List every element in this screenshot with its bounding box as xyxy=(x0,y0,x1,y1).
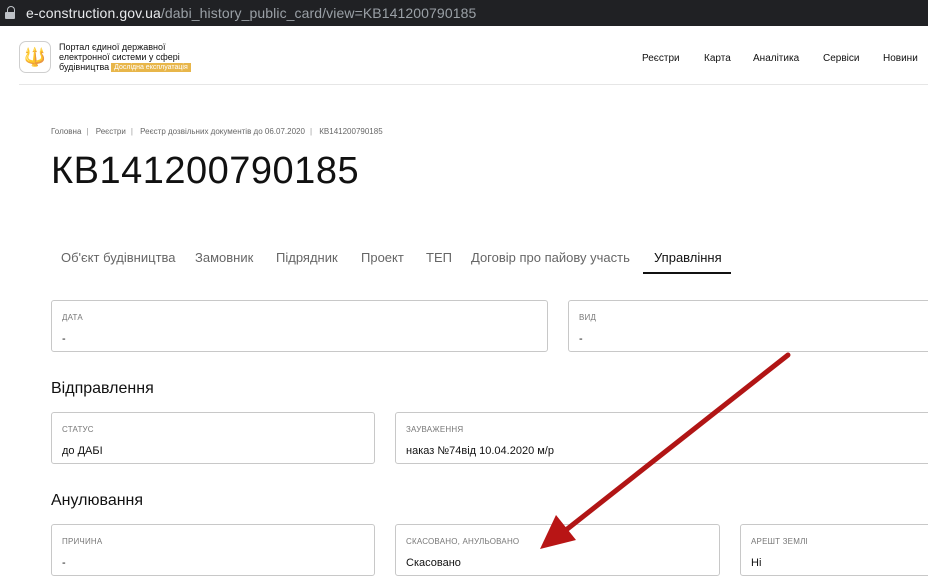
page-title: КВ141200790185 xyxy=(51,150,360,192)
reason-field: Причина - xyxy=(51,524,375,576)
tab-management[interactable]: Управління xyxy=(654,250,722,265)
tab-construction-object[interactable]: Об'єкт будівництва xyxy=(61,250,176,265)
tab-contractor[interactable]: Підрядник xyxy=(276,250,338,265)
active-tab-indicator xyxy=(643,272,731,274)
url-host: e-construction.gov.ua xyxy=(26,5,161,21)
status-value: до ДАБІ xyxy=(62,445,103,457)
portal-brand[interactable]: Портал єдиної державної електронної сист… xyxy=(59,42,191,72)
tab-tep[interactable]: ТЕП xyxy=(426,250,452,265)
tab-project[interactable]: Проект xyxy=(361,250,404,265)
brand-line-1: Портал єдиної державної xyxy=(59,42,166,52)
remarks-label: Зауваження xyxy=(406,425,464,434)
land-arrest-value: Ні xyxy=(751,557,762,569)
reason-value: - xyxy=(62,557,66,569)
nav-registries[interactable]: Реєстри xyxy=(642,53,680,64)
browser-url-bar[interactable]: e-construction.gov.ua/dabi_history_publi… xyxy=(0,0,928,26)
breadcrumb-registries[interactable]: Реєстри xyxy=(96,127,126,136)
status-label: Статус xyxy=(62,425,94,434)
reason-label: Причина xyxy=(62,537,103,546)
beta-badge: Дослідна експлуатація xyxy=(111,63,191,72)
kind-label: Вид xyxy=(579,313,597,322)
status-field: Статус до ДАБІ xyxy=(51,412,375,464)
cancelled-value: Скасовано xyxy=(406,557,461,569)
nav-analytics[interactable]: Аналітика xyxy=(753,53,799,64)
nav-services[interactable]: Сервіси xyxy=(823,53,859,64)
header-divider xyxy=(19,84,928,85)
nav-map[interactable]: Карта xyxy=(704,53,731,64)
remarks-field: Зауваження наказ №74від 10.04.2020 м/р xyxy=(395,412,928,464)
breadcrumb-registry[interactable]: Реєстр дозвільних документів до 06.07.20… xyxy=(140,127,305,136)
date-field: Дата - xyxy=(51,300,548,352)
trident-logo-icon[interactable]: 🔱 xyxy=(19,41,51,73)
breadcrumb: Головна | Реєстри | Реєстр дозвільних доку… xyxy=(51,127,383,136)
date-label: Дата xyxy=(62,313,83,322)
sending-heading: Відправлення xyxy=(51,380,154,397)
brand-line-3: будівництва xyxy=(59,62,110,72)
breadcrumb-current: КВ141200790185 xyxy=(319,127,383,136)
date-value: - xyxy=(62,333,66,345)
kind-field: Вид - xyxy=(568,300,928,352)
annulment-heading: Анулювання xyxy=(51,492,144,509)
kind-value: - xyxy=(579,333,583,345)
lock-icon xyxy=(4,6,18,20)
brand-line-2: електронної системи у сфері xyxy=(59,52,180,62)
url-text[interactable]: e-construction.gov.ua/dabi_history_publi… xyxy=(26,5,476,21)
tab-customer[interactable]: Замовник xyxy=(195,250,253,265)
site-header: 🔱 Портал єдиної державної електронної си… xyxy=(0,26,928,84)
cancelled-field: Скасовано, анульовано Скасовано xyxy=(395,524,720,576)
remarks-value: наказ №74від 10.04.2020 м/р xyxy=(406,445,554,457)
nav-news[interactable]: Новини xyxy=(883,53,918,64)
land-arrest-field: Арешт землі Ні xyxy=(740,524,928,576)
breadcrumb-home[interactable]: Головна xyxy=(51,127,81,136)
land-arrest-label: Арешт землі xyxy=(751,537,808,546)
cancelled-label: Скасовано, анульовано xyxy=(406,537,520,546)
tab-share-agreement[interactable]: Договір про пайову участь xyxy=(471,250,630,265)
url-path: /dabi_history_public_card/view=KB1412007… xyxy=(160,5,477,21)
